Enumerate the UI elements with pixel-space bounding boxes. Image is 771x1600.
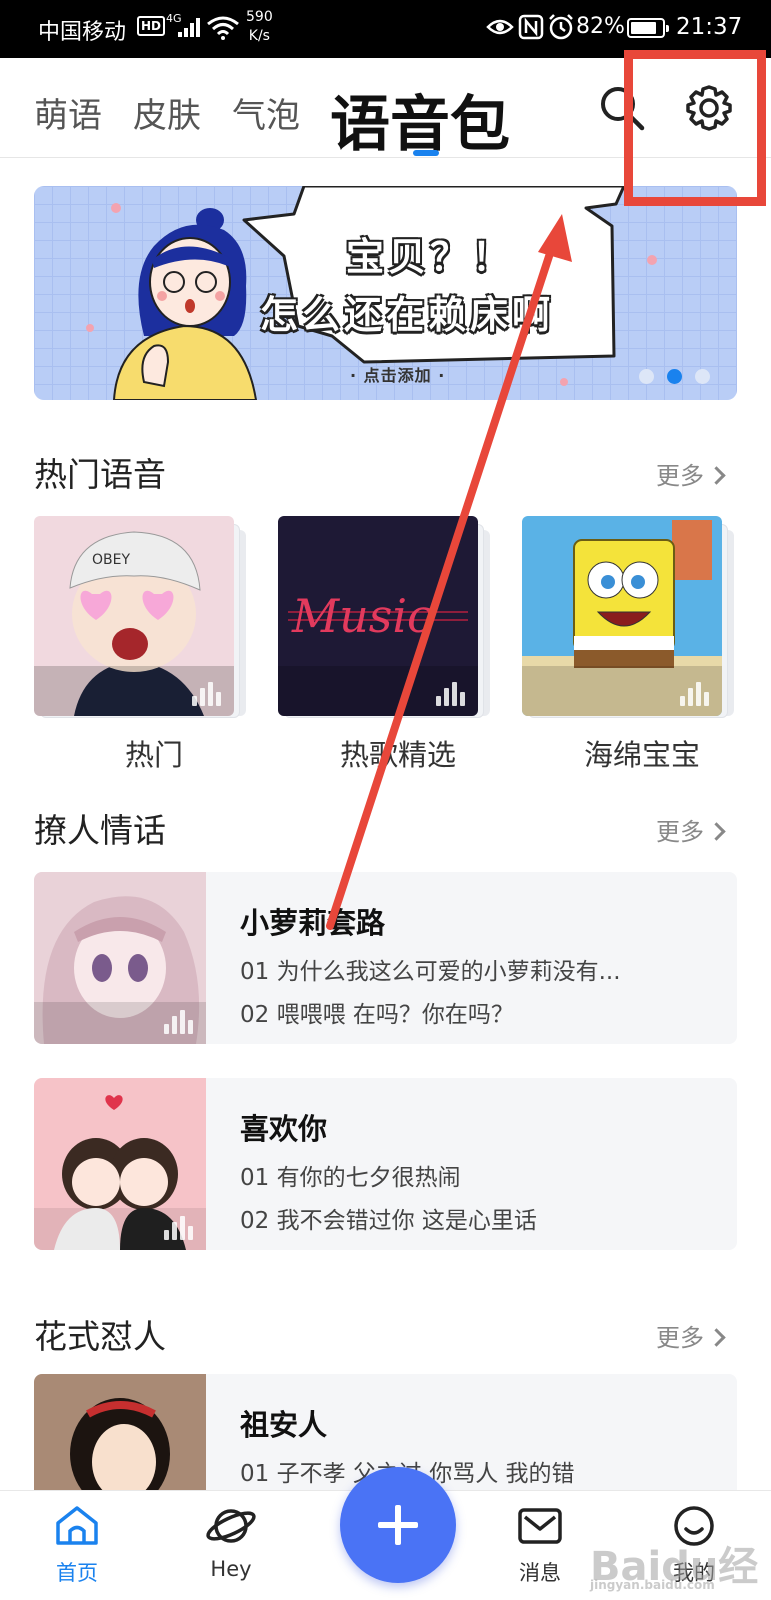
- active-tab-indicator: [413, 150, 439, 156]
- album-card-hot[interactable]: OBEY: [34, 516, 254, 726]
- section-title-hot: 热门语音: [34, 455, 166, 494]
- audio-bars-icon: [678, 680, 710, 706]
- more-link-flirt[interactable]: 更多: [656, 812, 726, 847]
- battery-icon: [627, 18, 669, 38]
- audio-bars-icon: [162, 1008, 194, 1034]
- couple-cartoon-thumbnail: [34, 1078, 206, 1250]
- chevron-right-icon: [707, 1328, 726, 1347]
- banner-subheadline: 怎么还在赖床啊: [260, 293, 555, 337]
- cartoon-boy-cover-image: OBEY: [34, 516, 234, 716]
- list-item-title: 小萝莉套路: [240, 906, 386, 940]
- chevron-right-icon: [707, 822, 726, 841]
- section-title-roast: 花式怼人: [34, 1317, 166, 1356]
- add-button[interactable]: [340, 1467, 456, 1583]
- alarm-icon: [549, 14, 573, 40]
- speed-value: 590: [246, 9, 273, 25]
- eye-icon: [486, 19, 514, 35]
- speed-unit: K/s: [248, 28, 270, 44]
- spongebob-cover-image: [522, 516, 722, 716]
- tab-cute-words[interactable]: 萌语: [34, 88, 102, 137]
- nav-home[interactable]: 首页: [27, 1505, 127, 1587]
- app-screen: 中国移动 HD 4G 590 K/s 82% 21:37 萌语 皮肤 气泡 语音…: [0, 0, 771, 1600]
- more-link-roast[interactable]: 更多: [656, 1318, 726, 1353]
- list-item-line: 02 我不会错过你 这是心里话: [240, 1208, 537, 1234]
- audio-bars-icon: [162, 1214, 194, 1240]
- network-speed: 590 K/s: [246, 8, 273, 46]
- more-label: 更多: [656, 462, 704, 490]
- signal-icon: [178, 17, 200, 37]
- carrier-name: 中国移动: [38, 20, 127, 45]
- status-icons: [486, 13, 576, 47]
- banner-cta: · 点击添加 ·: [350, 366, 446, 385]
- banner-dot-active[interactable]: [667, 369, 682, 384]
- clock: 21:37: [676, 14, 743, 40]
- watermark-url: jingyan.baidu.com: [590, 1578, 715, 1592]
- wifi-icon: [206, 14, 240, 44]
- section-title-flirt: 撩人情话: [34, 811, 166, 850]
- album-card-hit-songs[interactable]: Music: [278, 516, 498, 726]
- anime-girl-thumbnail: [34, 872, 206, 1044]
- banner-pagination: [639, 369, 723, 388]
- more-label: 更多: [656, 1324, 704, 1352]
- home-icon: [56, 1506, 98, 1545]
- album-label-hit-songs: 热歌精选: [339, 738, 456, 772]
- list-item-line: 02 喂喂喂 在吗？你在吗？: [240, 1002, 514, 1028]
- audio-bars-icon: [434, 680, 466, 706]
- nav-messages[interactable]: 消息: [490, 1505, 590, 1587]
- chevron-right-icon: [707, 466, 726, 485]
- banner-headline: 宝贝？！: [346, 235, 515, 279]
- album-card-spongebob[interactable]: [522, 516, 742, 726]
- list-item-loli-tricks[interactable]: 小萝莉套路 01 为什么我这么可爱的小萝莉没有... 02 喂喂喂 在吗？你在吗…: [34, 872, 737, 1044]
- more-link-hot[interactable]: 更多: [656, 456, 726, 491]
- list-item-line: 01 为什么我这么可爱的小萝莉没有...: [240, 959, 621, 985]
- music-cover-image: Music: [278, 516, 478, 716]
- mail-icon: [518, 1508, 562, 1544]
- nfc-icon: [518, 14, 544, 40]
- album-label-hot: 热门: [124, 738, 183, 772]
- album-label-spongebob: 海绵宝宝: [583, 738, 700, 772]
- list-item-line: 01 有你的七夕很热闹: [240, 1165, 461, 1191]
- list-item-like-you[interactable]: 喜欢你 01 有你的七夕很热闹 02 我不会错过你 这是心里话: [34, 1078, 737, 1250]
- svg-text:Music: Music: [291, 589, 433, 643]
- watermark: Baidu经验 jingyan.baidu.com: [590, 1534, 771, 1600]
- more-label: 更多: [656, 818, 704, 846]
- battery-percent: 82%: [576, 14, 625, 39]
- tab-bubbles[interactable]: 气泡: [232, 88, 300, 137]
- svg-text:OBEY: OBEY: [92, 552, 130, 568]
- nav-messages-label: 消息: [519, 1561, 561, 1585]
- list-item-title: 祖安人: [240, 1408, 328, 1442]
- banner-dot[interactable]: [695, 369, 710, 384]
- nav-hey-label: Hey: [210, 1557, 252, 1581]
- planet-icon: [206, 1509, 256, 1543]
- nav-home-label: 首页: [56, 1561, 98, 1585]
- audio-bars-icon: [190, 680, 222, 706]
- nav-hey[interactable]: Hey: [181, 1505, 281, 1581]
- banner-dot[interactable]: [639, 369, 654, 384]
- hd-badge: HD: [137, 16, 166, 36]
- promo-banner[interactable]: 宝贝？！ 怎么还在赖床啊 · 点击添加 ·: [34, 186, 737, 400]
- list-item-title: 喜欢你: [240, 1112, 328, 1146]
- annotation-highlight-box: [624, 50, 766, 206]
- battery-level: [631, 22, 656, 34]
- tab-skins[interactable]: 皮肤: [133, 88, 201, 137]
